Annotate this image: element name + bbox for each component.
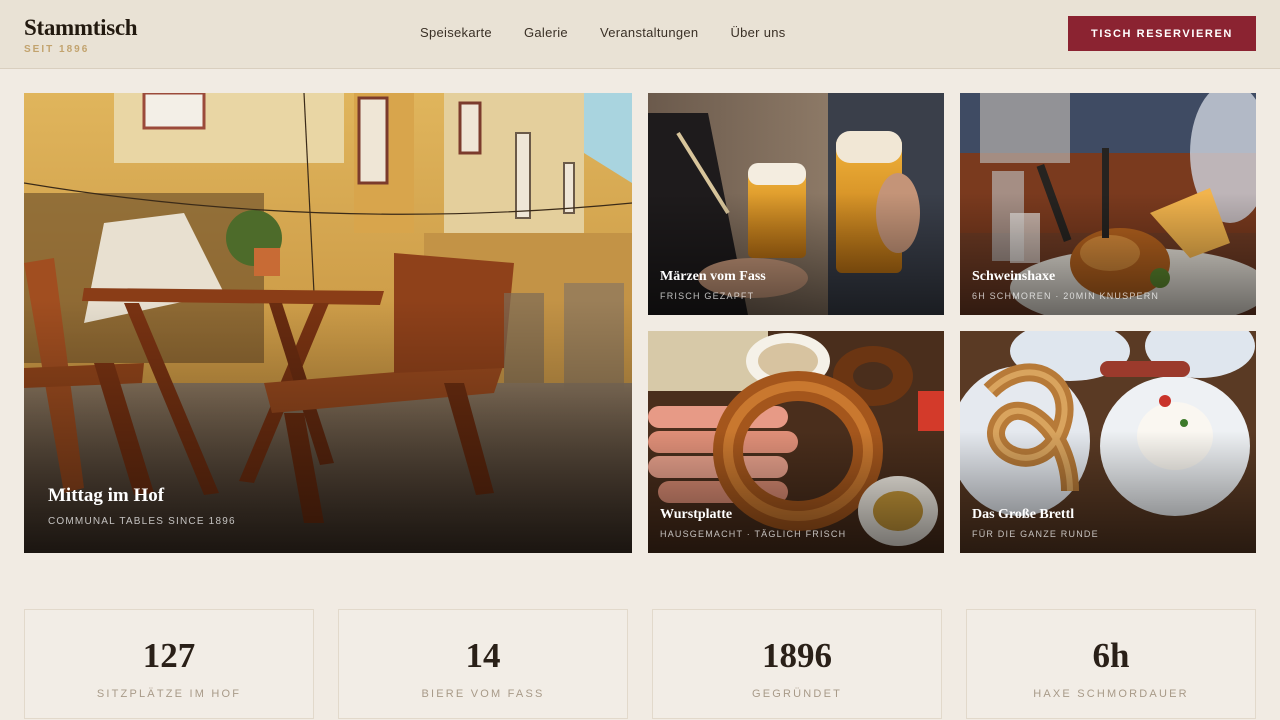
gallery-tile-beer[interactable]: Märzen vom Fass FRISCH GEZAPFT bbox=[648, 93, 944, 315]
nav-link-speisekarte[interactable]: Speisekarte bbox=[420, 25, 492, 41]
gallery-title: Märzen vom Fass bbox=[660, 269, 766, 284]
brand-name: Stammtisch bbox=[24, 15, 138, 40]
site-header: Stammtisch SEIT 1896 Speisekarte Galerie… bbox=[0, 0, 1280, 69]
gallery-title: Wurstplatte bbox=[660, 507, 733, 522]
stat-value: 6h bbox=[1092, 636, 1130, 675]
gallery-title: Mittag im Hof bbox=[48, 485, 165, 506]
stat-card-braise-time: 6h HAXE SCHMORDAUER bbox=[966, 609, 1256, 719]
gallery-tile-courtyard[interactable]: Mittag im Hof COMMUNAL TABLES SINCE 1896 bbox=[24, 93, 632, 553]
stat-label: BIERE VOM FASS bbox=[421, 688, 545, 700]
stat-value: 14 bbox=[465, 636, 501, 675]
gallery-tile-schweinshaxe[interactable]: Schweinshaxe 6H SCHMOREN · 20MIN KNUSPER… bbox=[960, 93, 1256, 315]
stat-label: GEGRÜNDET bbox=[751, 688, 843, 700]
nav-link-veranstaltungen[interactable]: Veranstaltungen bbox=[600, 25, 698, 41]
stat-value: 1896 bbox=[762, 636, 832, 675]
stat-card-seats: 127 SITZPLÄTZE IM HOF bbox=[24, 609, 314, 719]
nav-link-galerie[interactable]: Galerie bbox=[524, 25, 568, 41]
gallery-subtitle: FRISCH GEZAPFT bbox=[660, 291, 755, 301]
main-nav: Speisekarte Galerie Veranstaltungen Über… bbox=[420, 25, 786, 41]
gallery-subtitle: HAUSGEMACHT · TÄGLICH FRISCH bbox=[660, 529, 847, 539]
brand-logo[interactable]: Stammtisch SEIT 1896 bbox=[24, 15, 138, 55]
stat-card-founded: 1896 GEGRÜNDET bbox=[652, 609, 942, 719]
gallery-tile-brettl[interactable]: Das Große Brettl FÜR DIE GANZE RUNDE bbox=[960, 331, 1256, 553]
reserve-table-button[interactable]: TISCH RESERVIEREN bbox=[1068, 16, 1256, 51]
nav-link-ueber-uns[interactable]: Über uns bbox=[730, 25, 785, 41]
gallery-subtitle: FÜR DIE GANZE RUNDE bbox=[972, 529, 1099, 539]
brand-tagline: SEIT 1896 bbox=[24, 44, 90, 55]
gallery-title: Schweinshaxe bbox=[972, 269, 1056, 284]
stat-label: HAXE SCHMORDAUER bbox=[1033, 688, 1189, 700]
gallery-tile-wurstplatte[interactable]: Wurstplatte HAUSGEMACHT · TÄGLICH FRISCH bbox=[648, 331, 944, 553]
gallery-subtitle: COMMUNAL TABLES SINCE 1896 bbox=[48, 516, 236, 527]
stat-value: 127 bbox=[142, 636, 196, 675]
gallery-subtitle: 6H SCHMOREN · 20MIN KNUSPERN bbox=[972, 291, 1160, 301]
stat-card-beers: 14 BIERE VOM FASS bbox=[338, 609, 628, 719]
gallery-title: Das Große Brettl bbox=[972, 507, 1075, 522]
stat-label: SITZPLÄTZE IM HOF bbox=[96, 688, 242, 700]
